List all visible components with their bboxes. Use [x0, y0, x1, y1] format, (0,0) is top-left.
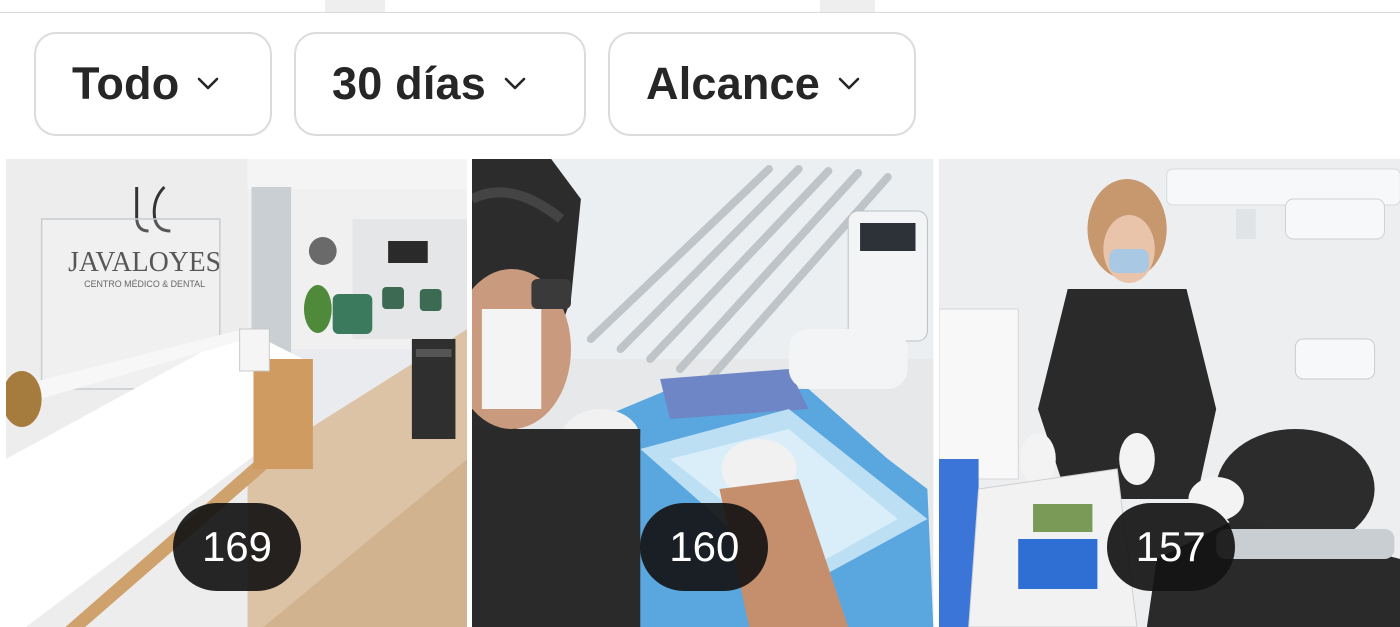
- chevron-down-icon: [198, 77, 219, 90]
- post-thumbnail[interactable]: 160: [472, 159, 934, 627]
- post-grid: JAVALOYES CENTRO MÉDICO & DENTAL 169 160…: [0, 159, 1400, 627]
- reach-count-badge: 169: [173, 503, 301, 591]
- filter-content-type-dropdown[interactable]: Todo: [34, 32, 272, 136]
- filter-bar: Todo 30 días Alcance: [34, 32, 916, 136]
- filter-content-type-label: Todo: [72, 58, 180, 109]
- filter-metric-label: Alcance: [646, 58, 820, 109]
- chevron-down-icon: [838, 77, 860, 90]
- reach-count-badge: 160: [640, 503, 769, 591]
- filter-date-range-label: 30 días: [332, 58, 487, 109]
- filter-metric-dropdown[interactable]: Alcance: [608, 32, 916, 136]
- top-divider: [0, 0, 1400, 13]
- reach-count-badge: 157: [1106, 503, 1235, 591]
- chevron-down-icon: [504, 77, 526, 90]
- top-divider-shadow: [325, 0, 385, 12]
- top-divider-shadow: [820, 0, 875, 12]
- filter-date-range-dropdown[interactable]: 30 días: [294, 32, 586, 136]
- post-thumbnail[interactable]: 157: [938, 159, 1400, 627]
- post-thumbnail[interactable]: JAVALOYES CENTRO MÉDICO & DENTAL 169: [6, 159, 468, 627]
